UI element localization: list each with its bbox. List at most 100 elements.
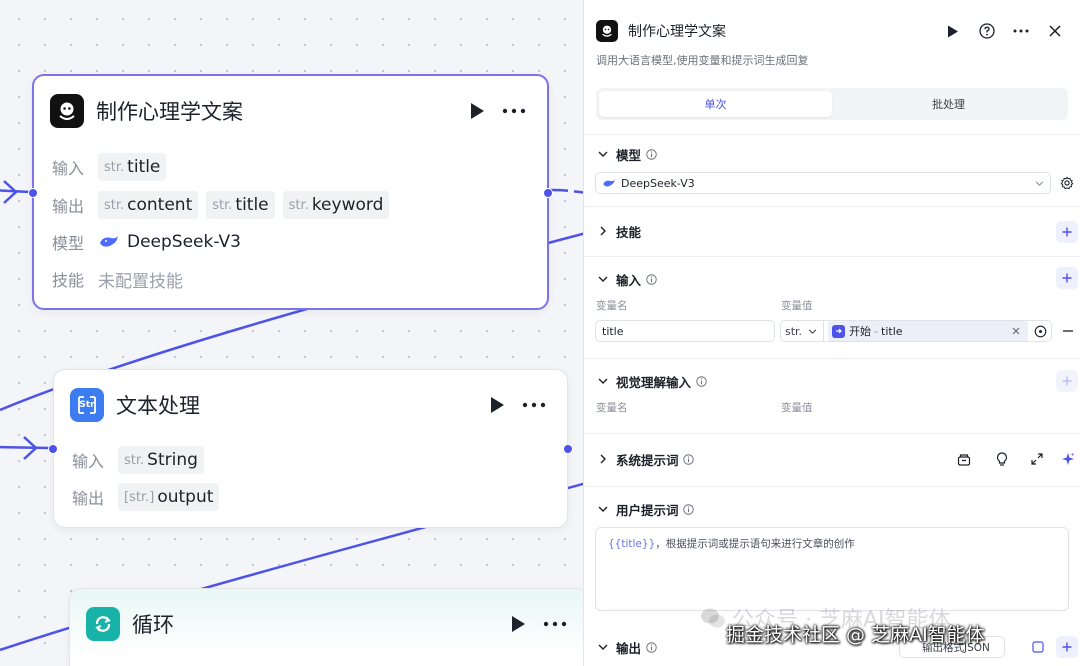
run-mode-tabs: 单次 批处理: [596, 88, 1068, 120]
llm-output-row: 输出 str. content str. title str. keyword: [52, 190, 397, 220]
input-var-value-field[interactable]: str. 开始 - title: [780, 320, 1052, 342]
edge-into-text[interactable]: [0, 445, 51, 450]
prompt-library-icon[interactable]: [954, 449, 974, 469]
run-node-button[interactable]: [504, 610, 532, 638]
model-value: DeepSeek-V3: [98, 232, 241, 252]
info-icon[interactable]: [645, 148, 657, 160]
input-section-header[interactable]: 输入: [596, 268, 657, 290]
edge-llm-out[interactable]: [549, 188, 585, 194]
tab-single[interactable]: 单次: [599, 91, 832, 117]
add-input-button[interactable]: [1056, 267, 1078, 289]
prompt-text: ，根据提示词或提示语句来进行文章的创作: [655, 538, 855, 550]
llm-input-row: 输入 str. title: [52, 152, 174, 182]
more-options-icon[interactable]: [497, 97, 531, 125]
text-process-node[interactable]: Str 文本处理 输入 str. String 输出 [str.] output: [48, 369, 573, 528]
section-label: 用户提示词: [616, 502, 679, 518]
chevron-down-icon: [808, 328, 817, 334]
expand-icon[interactable]: [1027, 449, 1047, 469]
chevron-down-icon: [596, 502, 610, 516]
model-section-header[interactable]: 模型: [596, 143, 657, 165]
divider: [584, 358, 1080, 359]
text-input-row: 输入 str. String: [72, 445, 212, 475]
divider: [584, 206, 1080, 207]
model-select-value: DeepSeek-V3: [621, 176, 695, 190]
more-options-icon[interactable]: [517, 391, 551, 419]
user-prompt-section-header[interactable]: 用户提示词: [596, 498, 695, 520]
close-icon[interactable]: [1040, 18, 1070, 44]
add-skill-button[interactable]: [1056, 221, 1078, 243]
add-output-button[interactable]: [1056, 636, 1078, 658]
vision-section-header[interactable]: 视觉理解输入: [596, 370, 707, 392]
output-port[interactable]: [543, 188, 553, 198]
input-port[interactable]: [48, 444, 58, 454]
output-label: 输出: [52, 197, 85, 216]
info-icon[interactable]: [683, 453, 695, 465]
skill-label: 技能: [52, 271, 85, 290]
llm-node-icon: [596, 20, 618, 42]
clear-icon[interactable]: [1012, 327, 1020, 335]
loop-icon: [86, 607, 120, 641]
more-options-icon[interactable]: [1006, 18, 1036, 44]
output-section-header[interactable]: 输出: [596, 636, 657, 658]
target-icon[interactable]: [1034, 325, 1047, 338]
model-label: 模型: [52, 234, 85, 253]
column-var-name: 变量名: [596, 300, 628, 312]
input-label: 输入: [52, 159, 85, 178]
panel-title[interactable]: 制作心理学文案: [628, 21, 934, 41]
wechat-logo-icon: [701, 608, 725, 628]
llm-node-title: 制作心理学文案: [96, 100, 243, 124]
divider: [584, 134, 1080, 135]
deepseek-whale-icon: [603, 179, 615, 186]
node-header: 制作心理学文案: [50, 92, 531, 130]
run-icon[interactable]: [938, 18, 968, 44]
text-node-title: 文本处理: [116, 394, 200, 418]
text-output-row: 输出 [str.] output: [72, 482, 227, 512]
skills-section-header[interactable]: 技能: [596, 220, 641, 242]
divider: [584, 486, 1080, 487]
ai-generate-sparkle-icon[interactable]: [1058, 449, 1078, 469]
add-vision-input-button[interactable]: [1056, 370, 1078, 392]
section-label: 技能: [616, 224, 642, 240]
help-icon[interactable]: [972, 18, 1002, 44]
skill-value: 未配置技能: [98, 271, 183, 292]
llm-node-icon: [50, 94, 84, 128]
info-icon[interactable]: [695, 375, 707, 387]
variable-reference-chip[interactable]: 开始 - title: [828, 321, 1028, 341]
system-prompt-section-header[interactable]: 系统提示词: [596, 448, 695, 470]
copy-icon[interactable]: [1028, 637, 1048, 657]
var-tag: str. content: [98, 191, 199, 219]
remove-input-icon[interactable]: [1058, 321, 1078, 341]
chevron-right-icon: [596, 452, 610, 466]
loop-node-title: 循环: [132, 613, 174, 637]
chevron-down-icon: [596, 640, 610, 654]
loop-node[interactable]: 循环: [69, 588, 585, 666]
node-header: 循环: [86, 605, 572, 643]
user-prompt-editor[interactable]: {{title}}，根据提示词或提示语句来进行文章的创作: [595, 527, 1069, 611]
chevron-down-icon: [596, 374, 610, 388]
lightbulb-icon[interactable]: [992, 449, 1012, 469]
var-tag: [str.] output: [118, 483, 220, 511]
more-options-icon[interactable]: [538, 610, 572, 638]
chevron-down-icon: [1035, 180, 1044, 186]
info-icon[interactable]: [645, 641, 657, 653]
section-label: 输入: [616, 272, 642, 288]
model-settings-gear-icon[interactable]: [1057, 173, 1077, 193]
prompt-variable: {{title}}: [608, 538, 656, 550]
output-label: 输出: [72, 489, 105, 508]
tab-batch[interactable]: 批处理: [832, 91, 1065, 117]
workflow-canvas[interactable]: 制作心理学文案 输入 str. title 输出 str. content str.…: [0, 0, 585, 666]
panel-description: 调用大语言模型,使用变量和提示词生成回复: [596, 54, 809, 67]
input-var-name-field[interactable]: title: [595, 320, 775, 342]
var-tag: str. title: [206, 191, 275, 219]
run-node-button[interactable]: [463, 97, 491, 125]
type-select[interactable]: str.: [785, 321, 825, 341]
llm-node[interactable]: 制作心理学文案 输入 str. title 输出 str. content str.…: [28, 74, 553, 310]
info-icon[interactable]: [683, 503, 695, 515]
output-port[interactable]: [563, 444, 573, 454]
input-port[interactable]: [28, 188, 38, 198]
section-label: 模型: [616, 147, 642, 163]
info-icon[interactable]: [645, 273, 657, 285]
deepseek-whale-icon: [100, 236, 118, 247]
run-node-button[interactable]: [483, 391, 511, 419]
model-select[interactable]: DeepSeek-V3: [595, 172, 1051, 194]
